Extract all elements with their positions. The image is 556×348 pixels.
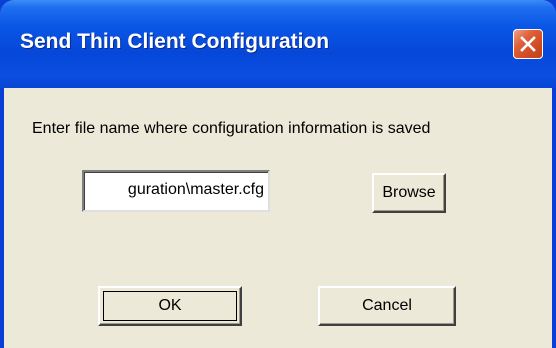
window-title: Send Thin Client Configuration — [20, 30, 330, 53]
close-icon — [520, 36, 536, 52]
ok-button-label: OK — [103, 291, 237, 321]
file-name-field[interactable] — [82, 170, 270, 212]
browse-button[interactable]: Browse — [372, 173, 446, 213]
dialog-window: Send Thin Client Configuration Enter fil… — [0, 0, 556, 348]
ok-button[interactable]: OK — [98, 286, 242, 326]
title-bar[interactable]: Send Thin Client Configuration — [0, 0, 556, 88]
close-button[interactable] — [513, 29, 543, 59]
cancel-button[interactable]: Cancel — [318, 286, 456, 326]
prompt-label: Enter file name where configuration info… — [32, 120, 431, 137]
file-name-input[interactable] — [84, 181, 264, 199]
